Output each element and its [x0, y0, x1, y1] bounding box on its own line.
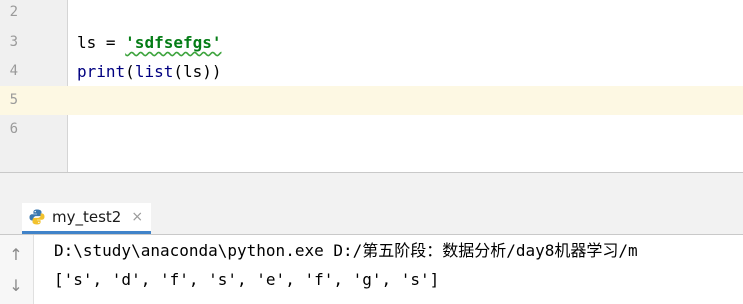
- console-side-toolbar: ↑ ↓: [0, 235, 34, 304]
- panel-splitter[interactable]: [0, 172, 743, 204]
- code-line-4[interactable]: 4 print(list(ls)): [0, 57, 743, 86]
- line-number: 5: [0, 86, 18, 115]
- down-arrow-icon[interactable]: ↓: [8, 276, 24, 296]
- run-console[interactable]: ↑ ↓ D:\study\anaconda\python.exe D:/第五阶段…: [0, 235, 743, 304]
- line-number: 6: [9, 121, 18, 137]
- line-number: 3: [9, 34, 18, 50]
- assign-operator: =: [96, 33, 126, 52]
- close-icon[interactable]: ×: [131, 209, 143, 225]
- tab-title: my_test2: [52, 208, 122, 226]
- paren: (: [125, 62, 135, 81]
- console-output-line: D:\study\anaconda\python.exe D:/第五阶段：数据分…: [54, 241, 638, 260]
- line-number: 2: [9, 4, 18, 20]
- code-line-5-current[interactable]: 5: [0, 86, 743, 115]
- python-icon: [28, 208, 46, 226]
- code-editor[interactable]: 2 3 ls = 'sdfsefgs' 4 print(list(ls)) 5 …: [0, 0, 743, 172]
- code-text[interactable]: ls = 'sdfsefgs': [77, 28, 222, 57]
- code-line-3[interactable]: 3 ls = 'sdfsefgs': [0, 28, 743, 57]
- console-output-line: ['s', 'd', 'f', 's', 'e', 'f', 'g', 's']: [54, 270, 440, 289]
- variable-name: ls: [77, 33, 97, 52]
- code-line-6[interactable]: 6: [0, 115, 743, 144]
- code-text[interactable]: print(list(ls)): [77, 57, 222, 86]
- run-tab-my-test2[interactable]: my_test2 ×: [22, 203, 152, 234]
- string-literal: 'sdfsefgs': [125, 33, 222, 52]
- line-number: 4: [9, 63, 18, 79]
- builtin-list: list: [134, 62, 174, 81]
- call-args: (ls)): [173, 62, 222, 81]
- up-arrow-icon[interactable]: ↑: [8, 245, 24, 265]
- run-tool-window-header: my_test2 ×: [0, 203, 743, 235]
- code-line-2[interactable]: 2: [0, 0, 743, 27]
- builtin-print: print: [77, 62, 126, 81]
